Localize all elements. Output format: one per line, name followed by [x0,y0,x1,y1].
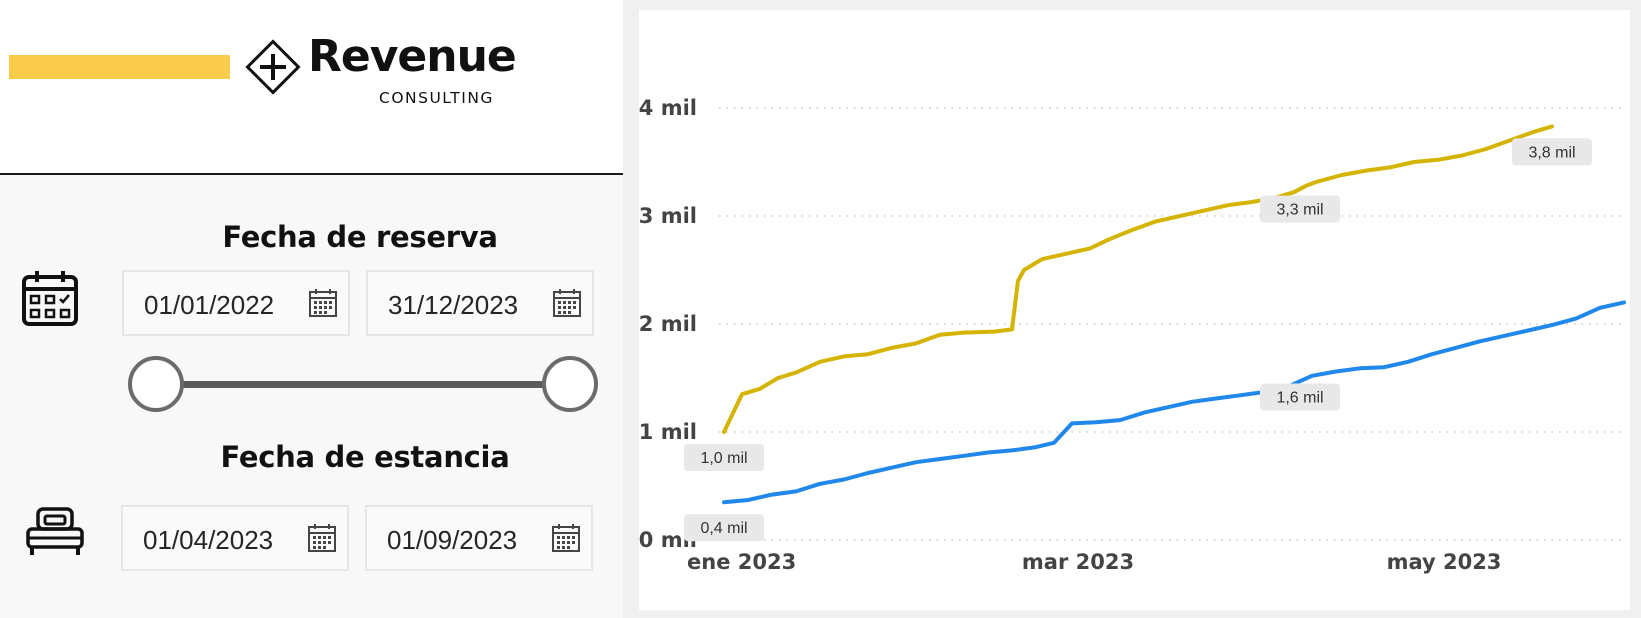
calendar-check-icon [22,271,78,326]
data-label-text: 3,3 mil [1276,202,1323,219]
data-label: 3,8 mil [1512,138,1592,166]
booking-end-date-value: 31/12/2023 [388,290,519,320]
series-layer [722,124,1626,505]
slider-handle-end[interactable] [542,356,598,412]
y-tick-label: 2 mil [639,312,697,336]
bed-icon [26,507,84,555]
booking-start-date-input[interactable]: 01/01/2022 [122,270,350,336]
plus-diamond-logo-icon [245,39,301,95]
grid-layer [719,107,1624,541]
calendar-icon[interactable] [551,523,581,553]
y-tick-label: 4 mil [639,96,697,120]
calendar-icon[interactable] [307,523,337,553]
calendar-icon[interactable] [552,288,582,318]
header [0,0,623,174]
y-tick-label: 1 mil [639,420,697,444]
y-tick-label: 5 mil [639,10,697,12]
data-label-text: 3,8 mil [1528,144,1575,161]
stay-start-date-value: 01/04/2023 [143,525,274,555]
data-label-text: 1,6 mil [1276,390,1323,407]
x-tick-label: may 2023 [1387,550,1502,574]
booking-start-date-value: 01/01/2022 [144,290,275,320]
brand-subtitle: CONSULTING [379,89,494,107]
data-label: 1,6 mil [1260,383,1340,411]
data-label: 3,3 mil [1260,195,1340,223]
booking-date-title: Fecha de reserva [222,220,498,254]
series-line-0[interactable] [722,124,1554,434]
stay-date-title: Fecha de estancia [220,440,510,474]
slider-handle-start[interactable] [128,356,184,412]
brand-accent-bar [9,55,230,79]
y-tick-label: 3 mil [639,204,697,228]
brand-name: Revenue [308,31,517,82]
stay-start-date-input[interactable]: 01/04/2023 [121,505,349,571]
series-line-1[interactable] [722,300,1626,505]
booking-end-date-input[interactable]: 31/12/2023 [366,270,594,336]
data-label: 0,4 mil [684,514,764,542]
stay-end-date-input[interactable]: 01/09/2023 [365,505,593,571]
booking-date-slider-track[interactable] [156,381,572,388]
data-label-text: 1,0 mil [700,450,747,467]
data-label-layer: 1,0 mil 3,3 mil 3,8 mil 0,4 mil 1,6 mil [684,138,1592,542]
cumulative-line-chart[interactable]: 0 mil1 mil2 mil3 mil4 mil5 mil ene 2023m… [639,10,1630,610]
calendar-icon[interactable] [308,288,338,318]
data-label-text: 0,4 mil [700,520,747,537]
stay-end-date-value: 01/09/2023 [387,525,518,555]
x-tick-label: ene 2023 [687,550,796,574]
x-axis: ene 2023 mar 2023 may 2023 [687,550,1501,574]
data-label: 1,0 mil [684,444,764,471]
x-tick-label: mar 2023 [1022,550,1134,574]
